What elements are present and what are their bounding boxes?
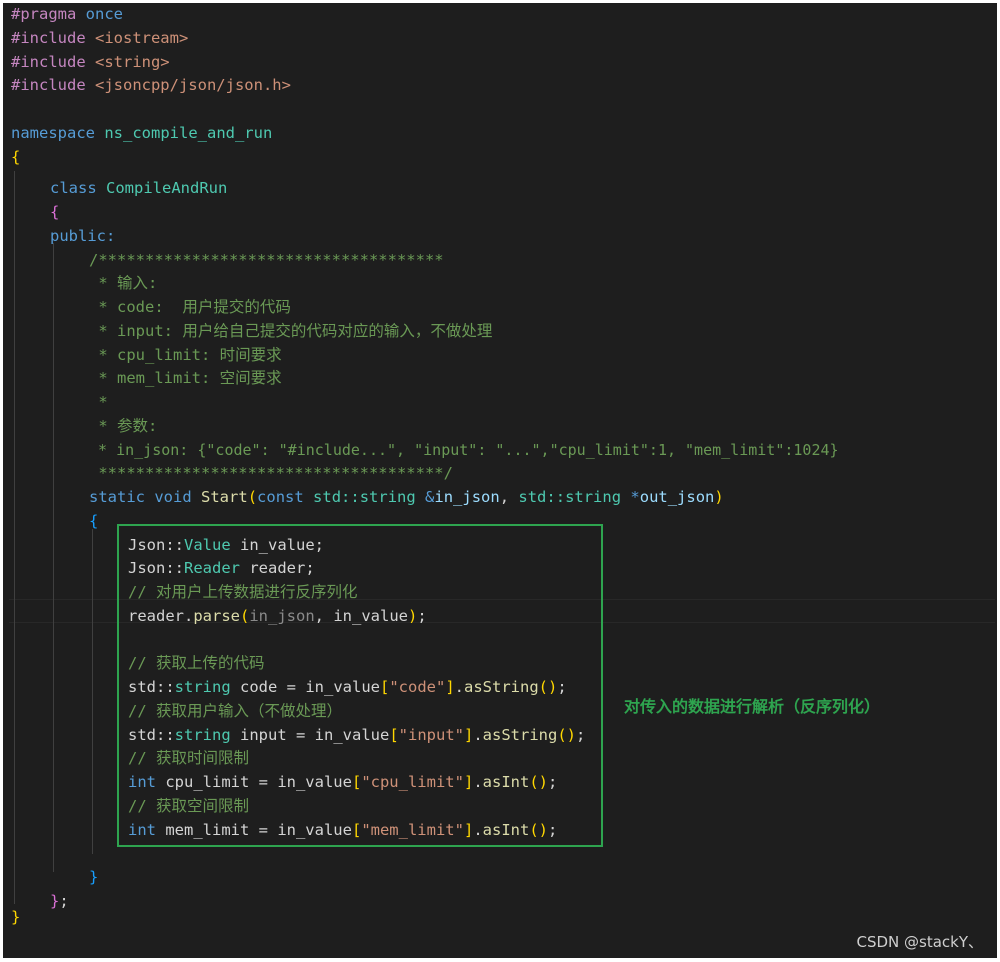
code-line-16: * mem_limit: 空间要求 — [89, 369, 282, 387]
code-line-10: public: — [50, 226, 116, 245]
code-line-22: { — [89, 511, 99, 530]
code-line-6: namespace ns_compile_and_run — [11, 123, 273, 142]
annotation-label: 对传入的数据进行解析（反序列化） — [624, 697, 881, 716]
code-line-17: * — [89, 392, 108, 411]
code-line-19: * in_json: {"code": "#include...", "inpu… — [89, 440, 839, 459]
code-line-37: } — [89, 867, 99, 886]
code-line-8: class CompileAndRun — [50, 179, 228, 197]
code-line-9: { — [50, 202, 60, 221]
code-line-39: } — [11, 907, 21, 926]
code-line-7: { — [11, 147, 21, 166]
highlight-box — [117, 524, 603, 847]
code-line-11: /************************************* — [89, 250, 444, 269]
code-editor[interactable]: #pragma once #include <iostream> #includ… — [3, 3, 997, 958]
code-line-3: #include <string> — [11, 52, 170, 71]
code-line-21: static void Start(const std::string &in_… — [89, 487, 724, 506]
code-line-20: *************************************/ — [89, 464, 453, 482]
watermark: CSDN @stackY、 — [856, 933, 983, 951]
code-line-1: #pragma once — [11, 5, 123, 23]
code-line-18: * 参数: — [89, 416, 158, 435]
code-line-38: }; — [50, 891, 69, 910]
code-line-13: * code: 用户提交的代码 — [89, 297, 291, 316]
code-line-14: * input: 用户给自己提交的代码对应的输入，不做处理 — [89, 321, 493, 340]
code-line-12: * 输入: — [89, 274, 158, 292]
code-line-4: #include <jsoncpp/json/json.h> — [11, 76, 291, 95]
code-line-15: * cpu_limit: 时间要求 — [89, 345, 282, 364]
code-line-2: #include <iostream> — [11, 28, 189, 47]
